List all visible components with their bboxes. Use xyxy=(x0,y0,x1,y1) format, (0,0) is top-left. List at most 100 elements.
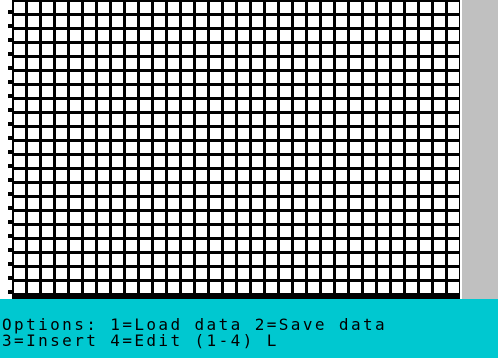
grid-cell[interactable] xyxy=(14,282,25,293)
grid-cell[interactable] xyxy=(448,16,459,27)
grid-cell[interactable] xyxy=(70,156,81,167)
grid-cell[interactable] xyxy=(350,268,361,279)
grid-cell[interactable] xyxy=(448,268,459,279)
grid-cell[interactable] xyxy=(196,86,207,97)
grid-cell[interactable] xyxy=(322,212,333,223)
grid-cell[interactable] xyxy=(14,100,25,111)
grid-cell[interactable] xyxy=(42,72,53,83)
grid-cell[interactable] xyxy=(126,114,137,125)
grid-cell[interactable] xyxy=(210,72,221,83)
grid-cell[interactable] xyxy=(98,170,109,181)
grid-cell[interactable] xyxy=(224,58,235,69)
grid-cell[interactable] xyxy=(322,226,333,237)
grid-cell[interactable] xyxy=(14,30,25,41)
grid-cell[interactable] xyxy=(168,128,179,139)
grid-cell[interactable] xyxy=(252,30,263,41)
grid-cell[interactable] xyxy=(14,212,25,223)
grid-cell[interactable] xyxy=(84,72,95,83)
grid-cell[interactable] xyxy=(350,198,361,209)
grid-cell[interactable] xyxy=(252,198,263,209)
grid-cell[interactable] xyxy=(406,114,417,125)
grid-cell[interactable] xyxy=(14,226,25,237)
grid-cell[interactable] xyxy=(448,212,459,223)
grid-cell[interactable] xyxy=(252,142,263,153)
grid-cell[interactable] xyxy=(28,72,39,83)
grid-cell[interactable] xyxy=(28,156,39,167)
grid-cell[interactable] xyxy=(14,128,25,139)
grid-cell[interactable] xyxy=(56,100,67,111)
grid-cell[interactable] xyxy=(350,254,361,265)
grid-cell[interactable] xyxy=(266,100,277,111)
grid-cell[interactable] xyxy=(196,30,207,41)
grid-cell[interactable] xyxy=(56,254,67,265)
grid-cell[interactable] xyxy=(42,100,53,111)
grid-cell[interactable] xyxy=(154,198,165,209)
grid-cell[interactable] xyxy=(224,128,235,139)
grid-cell[interactable] xyxy=(182,100,193,111)
grid-cell[interactable] xyxy=(266,30,277,41)
grid-cell[interactable] xyxy=(434,156,445,167)
grid-cell[interactable] xyxy=(336,128,347,139)
grid-cell[interactable] xyxy=(210,268,221,279)
grid-cell[interactable] xyxy=(210,198,221,209)
grid-cell[interactable] xyxy=(308,226,319,237)
grid-cell[interactable] xyxy=(448,240,459,251)
grid-cell[interactable] xyxy=(238,282,249,293)
grid-cell[interactable] xyxy=(434,2,445,13)
grid-cell[interactable] xyxy=(448,282,459,293)
grid-cell[interactable] xyxy=(322,2,333,13)
grid-cell[interactable] xyxy=(98,226,109,237)
grid-cell[interactable] xyxy=(56,58,67,69)
grid-cell[interactable] xyxy=(224,226,235,237)
grid-cell[interactable] xyxy=(196,240,207,251)
grid-cell[interactable] xyxy=(70,86,81,97)
grid-cell[interactable] xyxy=(42,128,53,139)
grid-cell[interactable] xyxy=(238,170,249,181)
grid-cell[interactable] xyxy=(42,184,53,195)
grid-cell[interactable] xyxy=(364,170,375,181)
grid-cell[interactable] xyxy=(154,72,165,83)
grid-cell[interactable] xyxy=(224,254,235,265)
grid-cell[interactable] xyxy=(126,142,137,153)
grid-cell[interactable] xyxy=(252,282,263,293)
grid-cell[interactable] xyxy=(98,44,109,55)
grid-cell[interactable] xyxy=(84,16,95,27)
grid-cell[interactable] xyxy=(154,114,165,125)
grid-cell[interactable] xyxy=(378,100,389,111)
grid-cell[interactable] xyxy=(448,142,459,153)
grid-cell[interactable] xyxy=(434,58,445,69)
grid-cell[interactable] xyxy=(196,184,207,195)
grid-cell[interactable] xyxy=(392,226,403,237)
grid-cell[interactable] xyxy=(378,16,389,27)
grid-cell[interactable] xyxy=(378,30,389,41)
grid-cell[interactable] xyxy=(84,2,95,13)
grid-cell[interactable] xyxy=(98,58,109,69)
grid-cell[interactable] xyxy=(266,142,277,153)
grid-cell[interactable] xyxy=(378,240,389,251)
grid-cell[interactable] xyxy=(392,2,403,13)
grid-cell[interactable] xyxy=(42,2,53,13)
grid-cell[interactable] xyxy=(154,226,165,237)
grid-cell[interactable] xyxy=(434,142,445,153)
grid-cell[interactable] xyxy=(336,198,347,209)
grid-cell[interactable] xyxy=(448,226,459,237)
grid-cell[interactable] xyxy=(308,44,319,55)
grid-cell[interactable] xyxy=(154,58,165,69)
grid-cell[interactable] xyxy=(308,114,319,125)
grid-cell[interactable] xyxy=(238,142,249,153)
grid-cell[interactable] xyxy=(84,128,95,139)
grid-cell[interactable] xyxy=(112,16,123,27)
grid-cell[interactable] xyxy=(210,100,221,111)
grid-cell[interactable] xyxy=(378,226,389,237)
grid-cell[interactable] xyxy=(308,128,319,139)
grid-cell[interactable] xyxy=(266,128,277,139)
grid-cell[interactable] xyxy=(294,184,305,195)
grid-cell[interactable] xyxy=(420,240,431,251)
grid-cell[interactable] xyxy=(126,198,137,209)
grid-cell[interactable] xyxy=(98,2,109,13)
grid-cell[interactable] xyxy=(182,156,193,167)
grid-cell[interactable] xyxy=(98,100,109,111)
grid-cell[interactable] xyxy=(28,58,39,69)
grid-cell[interactable] xyxy=(70,114,81,125)
grid-cell[interactable] xyxy=(56,156,67,167)
